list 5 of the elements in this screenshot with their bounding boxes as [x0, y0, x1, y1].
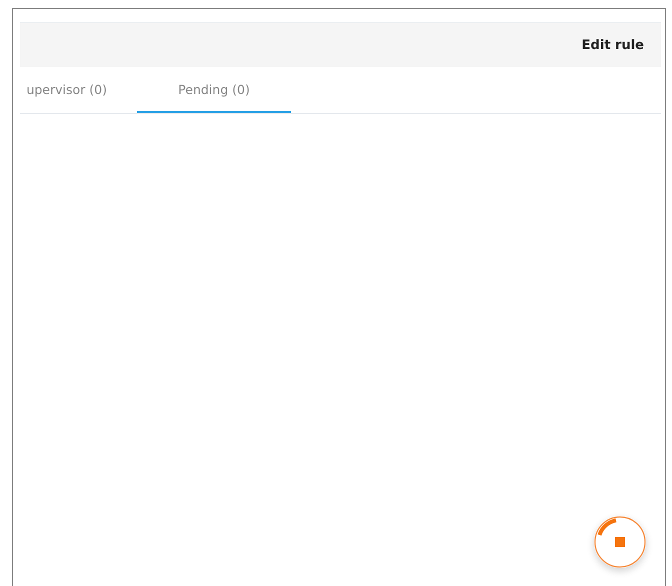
stop-button[interactable]: [594, 516, 646, 568]
stop-icon: [594, 516, 646, 568]
edit-rule-button[interactable]: Edit rule: [582, 38, 644, 52]
tab[interactable]: upervisor (0): [20, 67, 137, 113]
tab[interactable]: Pending (0): [137, 67, 291, 113]
